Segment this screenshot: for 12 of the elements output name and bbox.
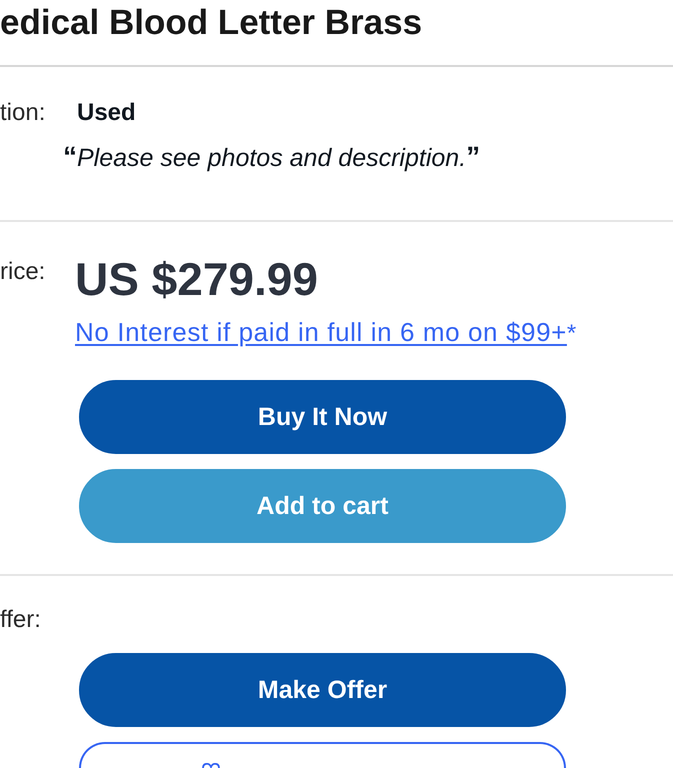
financing-link[interactable]: No Interest if paid in full in 6 mo on $99+ [75,317,567,347]
condition-label: tion: [0,99,46,127]
outlined-button[interactable] [79,742,566,768]
price-amount: US $279.99 [75,254,318,304]
offer-label: ffer: [0,606,41,634]
seller-note: “Please see photos and description.” [63,142,480,173]
primary-button[interactable]: Buy It Now [79,380,566,454]
condition-value: Used [77,99,136,127]
price-label: rice: [0,258,46,286]
footnote-mark: * [566,319,576,349]
primary-button[interactable]: Make Offer [79,653,566,727]
item-title: edical Blood Letter Brass [0,2,422,44]
